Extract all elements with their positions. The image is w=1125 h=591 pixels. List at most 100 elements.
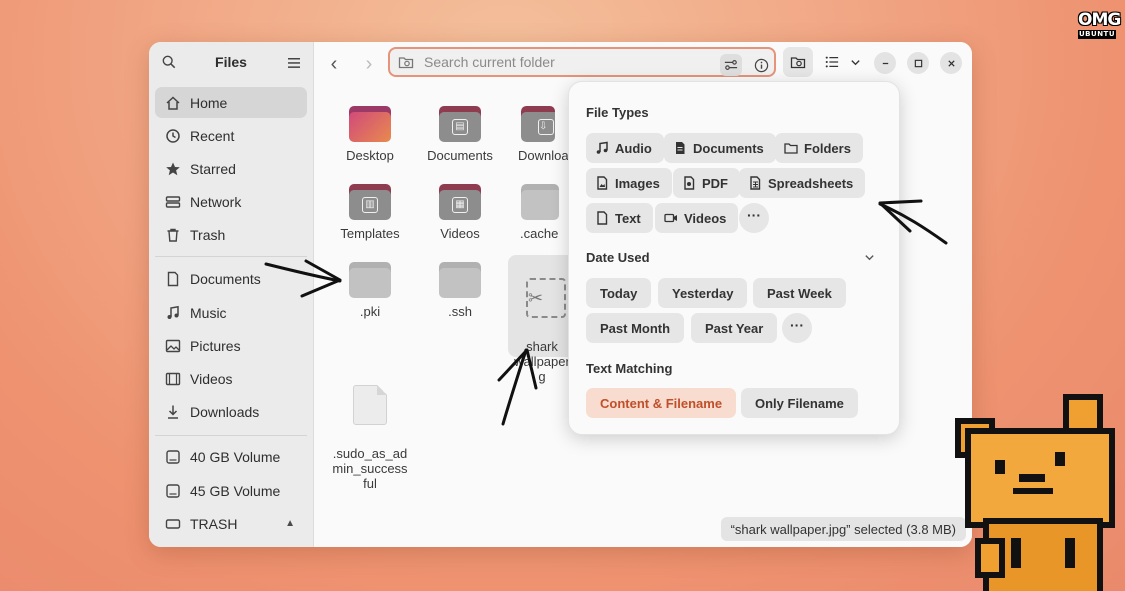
filter-chip-folders[interactable]: Folders [775, 133, 863, 163]
eject-icon[interactable]: ▲ [285, 518, 295, 529]
image-file-icon [595, 176, 609, 190]
drive-icon [165, 516, 181, 532]
search-bar [388, 47, 776, 77]
sidebar-item-label: Downloads [190, 403, 260, 420]
star-icon [165, 161, 181, 177]
sidebar-item-starred[interactable]: Starred [155, 153, 307, 184]
sidebar-item-trash-volume[interactable]: TRASH ▲ [155, 508, 307, 539]
filter-chip-text[interactable]: Text [586, 203, 653, 233]
sidebar-item-label: Videos [190, 370, 233, 387]
image-placeholder-icon: ✂ [526, 278, 566, 318]
sidebar-divider [155, 256, 307, 257]
sidebar-item-music[interactable]: Music [155, 297, 307, 328]
file-item-downloads[interactable]: ⇩ Downloa [505, 106, 575, 163]
downloads-folder-icon: ⇩ [521, 106, 555, 142]
templates-folder-icon: ▥ [349, 184, 391, 220]
date-chip-today[interactable]: Today [586, 278, 652, 308]
date-chip-past-year[interactable]: Past Year [691, 313, 778, 343]
sidebar-item-videos[interactable]: Videos [155, 363, 307, 394]
text-match-content-and-filename[interactable]: Content & Filename [586, 388, 737, 418]
hamburger-menu-icon[interactable] [288, 56, 300, 68]
desktop-folder-icon [349, 106, 391, 142]
trash-icon [165, 227, 181, 243]
filter-chip-videos[interactable]: Videos [655, 203, 739, 233]
sidebar-item-home[interactable]: Home [155, 87, 307, 118]
file-item-sudo-as-admin[interactable]: .sudo_as_ad min_success ful [325, 370, 415, 491]
sidebar-item-volume-45gb[interactable]: 45 GB Volume [155, 475, 307, 506]
close-button[interactable] [940, 52, 962, 74]
sidebar-item-label: Starred [190, 160, 236, 177]
file-item-videos[interactable]: ▦ Videos [415, 184, 505, 241]
file-item-templates[interactable]: ▥ Templates [325, 184, 415, 241]
search-input[interactable] [424, 54, 714, 70]
folder-icon [784, 141, 798, 155]
file-item-ssh[interactable]: .ssh [415, 262, 505, 319]
status-bar: “shark wallpaper.jpg” selected (3.8 MB) [720, 517, 966, 541]
file-item-cache[interactable]: .cache [505, 184, 575, 241]
sidebar-item-downloads[interactable]: Downloads [155, 396, 307, 427]
search-everywhere-button[interactable] [783, 47, 813, 77]
sidebar-item-label: TRASH [190, 515, 238, 532]
sidebar-item-label: Recent [190, 127, 235, 144]
filter-chip-spreadsheets[interactable]: Spreadsheets [739, 168, 866, 198]
more-dates-button[interactable]: ··· [782, 313, 812, 343]
close-icon [947, 59, 955, 67]
music-icon [165, 305, 181, 321]
sidebar-header: Files [149, 42, 313, 82]
sidebar-item-recent[interactable]: Recent [155, 120, 307, 151]
document-icon [673, 141, 687, 155]
download-icon [165, 404, 181, 420]
drive-icon [165, 449, 181, 465]
sidebar-item-volume-40gb[interactable]: 40 GB Volume [155, 441, 307, 472]
sidebar-item-label: Network [190, 193, 242, 210]
chevron-down-icon[interactable] [864, 252, 875, 266]
sidebar-item-trash[interactable]: Trash [155, 219, 307, 250]
maximize-button[interactable] [907, 52, 929, 74]
video-icon [165, 371, 181, 387]
file-item-documents[interactable]: ▤ Documents [415, 106, 505, 163]
view-list-button[interactable] [819, 47, 845, 77]
pdf-icon [682, 176, 696, 190]
minimize-button[interactable] [874, 52, 896, 74]
cache-folder-icon [521, 184, 559, 220]
maximize-icon [914, 59, 922, 67]
folder-search-icon [398, 54, 414, 70]
list-view-icon [825, 56, 839, 68]
sidebar-item-network[interactable]: Network [155, 186, 307, 217]
filter-chip-pdf[interactable]: PDF [673, 168, 740, 198]
text-file-icon [595, 211, 609, 225]
blank-file-icon [353, 385, 387, 425]
music-note-icon [595, 141, 609, 155]
sidebar-item-label: Trash [190, 226, 226, 243]
picture-icon [165, 338, 181, 354]
text-matching-heading: Text Matching [586, 361, 673, 376]
file-types-heading: File Types [586, 105, 649, 120]
video-camera-icon [664, 211, 678, 225]
minimize-icon [882, 62, 888, 64]
ssh-folder-icon [439, 262, 481, 298]
home-icon [165, 95, 181, 111]
filter-chip-documents[interactable]: Documents [664, 133, 776, 163]
folder-search-icon [790, 57, 806, 69]
file-item-pki[interactable]: .pki [325, 262, 415, 319]
documents-folder-icon: ▤ [439, 106, 481, 142]
date-chip-past-week[interactable]: Past Week [753, 278, 846, 308]
filter-chip-images[interactable]: Images [586, 168, 672, 198]
more-file-types-button[interactable]: ··· [739, 203, 769, 233]
info-button[interactable] [750, 54, 772, 76]
view-options-button[interactable] [845, 47, 865, 77]
sidebar-item-label: Music [190, 304, 227, 321]
search-filter-button[interactable] [720, 54, 742, 76]
sidebar-item-documents[interactable]: Documents [155, 263, 307, 294]
search-filter-popover: File Types Audio Documents Folders Image… [568, 81, 900, 435]
date-chip-yesterday[interactable]: Yesterday [658, 278, 748, 308]
sidebar-item-pictures[interactable]: Pictures [155, 330, 307, 361]
filter-chip-audio[interactable]: Audio [586, 133, 664, 163]
back-button[interactable]: ‹ [322, 53, 346, 77]
date-chip-past-month[interactable]: Past Month [586, 313, 685, 343]
forward-button[interactable]: › [357, 53, 381, 77]
info-icon [754, 58, 768, 72]
text-match-only-filename[interactable]: Only Filename [741, 388, 858, 418]
file-item-desktop[interactable]: Desktop [325, 106, 415, 163]
spreadsheet-icon [748, 176, 762, 190]
